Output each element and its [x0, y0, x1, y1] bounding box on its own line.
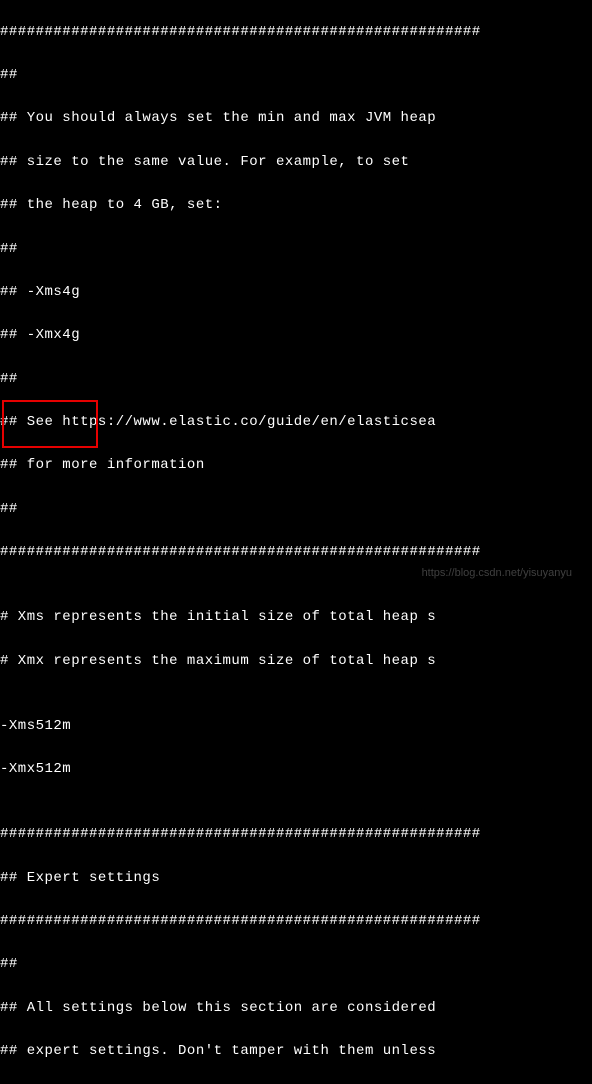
config-line: ## Expert settings [0, 868, 592, 890]
config-line: ########################################… [0, 824, 592, 846]
config-line: ## expert settings. Don't tamper with th… [0, 1041, 592, 1063]
config-line: ########################################… [0, 542, 592, 564]
config-line: ## See https://www.elastic.co/guide/en/e… [0, 412, 592, 434]
config-line-xmx: -Xmx512m [0, 759, 592, 781]
config-line: # Xmx represents the maximum size of tot… [0, 651, 592, 673]
config-line: ########################################… [0, 22, 592, 44]
terminal-output: ########################################… [0, 0, 592, 1084]
config-line: ## [0, 369, 592, 391]
config-line: ## [0, 499, 592, 521]
config-line: ## All settings below this section are c… [0, 998, 592, 1020]
config-line: ## [0, 954, 592, 976]
config-line: ## -Xms4g [0, 282, 592, 304]
config-line: ## You should always set the min and max… [0, 108, 592, 130]
config-line: ## -Xmx4g [0, 325, 592, 347]
config-line: ## the heap to 4 GB, set: [0, 195, 592, 217]
config-line: ## size to the same value. For example, … [0, 152, 592, 174]
config-line: ## [0, 239, 592, 261]
config-line: # Xms represents the initial size of tot… [0, 607, 592, 629]
config-line: ########################################… [0, 911, 592, 933]
config-line-xms: -Xms512m [0, 716, 592, 738]
watermark-text: https://blog.csdn.net/yisuyanyu [422, 565, 572, 582]
config-line: ## for more information [0, 455, 592, 477]
config-line: ## [0, 65, 592, 87]
